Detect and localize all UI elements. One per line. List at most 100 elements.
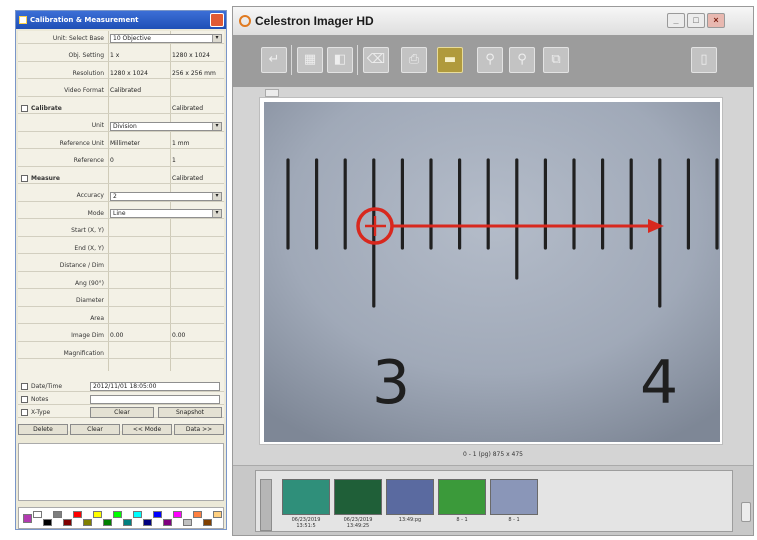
thumbnail-image[interactable] — [490, 479, 538, 515]
photo-icon[interactable]: ▬ — [437, 47, 463, 73]
color-swatch[interactable] — [93, 511, 102, 518]
property-value: 0.00 — [110, 332, 124, 339]
property-dropdown[interactable]: 10 Objective — [110, 34, 222, 43]
notes-area[interactable] — [18, 443, 224, 501]
arrow-icon[interactable]: ↵ — [261, 47, 287, 73]
property-row: Accuracy 2 — [18, 191, 224, 202]
property-value-2: 1 mm — [172, 139, 190, 147]
property-row: Obj. Setting 1 x 1280 x 1024 — [18, 51, 224, 62]
property-value-2: 1 — [172, 157, 176, 164]
color-swatch[interactable] — [153, 511, 162, 518]
thumbnail-caption: 8 - 1 — [434, 517, 490, 523]
thumbnail-caption: 06/23/2019 13:49:25 — [330, 517, 386, 529]
color-swatch[interactable] — [73, 511, 82, 518]
notes-field[interactable] — [90, 395, 220, 404]
minimize-button[interactable]: _ — [667, 13, 685, 28]
action-buttons: Delete Clear << Mode Data >> — [18, 424, 224, 435]
thumbnail-image[interactable] — [386, 479, 434, 515]
color-swatch[interactable] — [83, 519, 92, 526]
printer-icon[interactable]: ⎙ — [401, 47, 427, 73]
x-type-checkbox[interactable] — [21, 409, 28, 416]
property-label: Start (X, Y) — [71, 227, 104, 234]
property-dropdown[interactable]: 2 — [110, 191, 222, 201]
property-value: Calibrated — [110, 87, 142, 94]
color-swatch[interactable] — [23, 514, 32, 523]
row-checkbox[interactable] — [21, 105, 28, 112]
property-label: Magnification — [63, 349, 104, 357]
color-swatch[interactable] — [183, 519, 192, 526]
copy-icon[interactable]: ⧉ — [543, 47, 569, 73]
color-swatch[interactable] — [53, 511, 62, 518]
panel-icon[interactable]: ▯ — [691, 47, 717, 73]
color-swatch[interactable] — [113, 511, 122, 518]
property-row: Mode Line — [18, 208, 224, 219]
snapshot-button[interactable]: Snapshot — [158, 407, 222, 418]
property-row: Area — [18, 313, 224, 324]
notes-row: Notes — [18, 394, 224, 405]
property-value-2: Calibrated — [172, 174, 204, 182]
options-row: X-Type Clear Snapshot — [18, 407, 224, 418]
clear-option-button[interactable]: Clear — [90, 407, 154, 418]
mode-back-button[interactable]: << Mode — [122, 424, 172, 435]
image-caption: 0 - 1 (pg) 875 x 475 — [463, 451, 523, 458]
color-swatch[interactable] — [103, 519, 112, 526]
date-time-checkbox[interactable] — [21, 383, 28, 390]
date-time-field[interactable]: 2012/11/01 18:05:00 — [90, 382, 220, 391]
maximize-button[interactable]: □ — [687, 13, 705, 28]
color-swatch[interactable] — [33, 511, 42, 518]
trash-icon[interactable]: ⌫ — [363, 47, 389, 73]
x-type-label: X-Type — [31, 408, 51, 416]
property-value-2: 1280 x 1024 — [172, 52, 210, 59]
property-label: Image Dim — [71, 332, 104, 339]
thumbnail-caption: 06/23/2019 13:51:5 — [278, 517, 334, 529]
tray-handle[interactable] — [260, 479, 272, 531]
color-swatch[interactable] — [123, 519, 132, 526]
delete-button[interactable]: Delete — [18, 424, 68, 435]
color-swatch[interactable] — [133, 511, 142, 518]
thumbnail-image[interactable] — [334, 479, 382, 515]
color-swatch[interactable] — [143, 519, 152, 526]
property-row: Unit: Select Base 10 Objective — [18, 33, 224, 44]
color-swatch[interactable] — [173, 511, 182, 518]
viewer-tab[interactable] — [265, 89, 279, 97]
window-titlebar: Celestron Imager HD _ □ × — [233, 7, 753, 35]
property-row: Magnification — [18, 348, 224, 359]
notes-checkbox[interactable] — [21, 396, 28, 403]
date-time-label: Date/Time — [31, 382, 63, 390]
panel-titlebar: Calibration & Measurement — [16, 11, 226, 29]
thumbnail-image[interactable] — [438, 479, 486, 515]
close-button[interactable]: × — [707, 13, 725, 28]
thumbnail-caption-line: 8 - 1 — [456, 517, 468, 523]
property-label: Reference Unit — [59, 139, 104, 147]
close-icon[interactable] — [210, 13, 224, 27]
property-label: Resolution — [72, 69, 104, 77]
zoom-in-icon[interactable]: ⚲ — [477, 47, 503, 73]
property-dropdown[interactable]: Division — [110, 121, 222, 131]
thumbnail-image[interactable] — [282, 479, 330, 515]
thumbnail-caption-line: 13:49:25 — [346, 523, 370, 529]
film-icon[interactable]: ▦ — [297, 47, 323, 73]
property-row: Video Format Calibrated — [18, 86, 224, 97]
toolbar: ↵ ▦ ◧ ⌫ ⎙ ▬ ⚲ ⚲ ⧉ ▯ — [233, 35, 753, 87]
color-swatch[interactable] — [63, 519, 72, 526]
data-forward-button[interactable]: Data >> — [174, 424, 224, 435]
toolbar-separator — [291, 45, 292, 75]
thumbnail-caption-line: 13:51:5 — [296, 523, 316, 529]
scroll-handle[interactable] — [741, 502, 751, 522]
color-swatch[interactable] — [213, 511, 222, 518]
color-swatch[interactable] — [43, 519, 52, 526]
dual-frame-icon[interactable]: ◧ — [327, 47, 353, 73]
clear-button[interactable]: Clear — [70, 424, 120, 435]
thumbnail-tray: 06/23/2019 13:51:5 06/23/2019 13:49:25 13:49… — [255, 470, 733, 532]
property-row: Distance / Dim — [18, 261, 224, 272]
zoom-out-icon[interactable]: ⚲ — [509, 47, 535, 73]
color-swatch[interactable] — [203, 519, 212, 526]
row-checkbox[interactable] — [21, 175, 28, 182]
color-swatch[interactable] — [163, 519, 172, 526]
ruler-number-4: 4 — [640, 348, 678, 418]
property-value-2: 0.00 — [172, 332, 186, 339]
property-dropdown[interactable]: Line — [110, 209, 222, 218]
color-swatch[interactable] — [193, 511, 202, 518]
microscope-image: 3 4 — [264, 102, 720, 442]
property-label: Accuracy — [76, 192, 104, 199]
